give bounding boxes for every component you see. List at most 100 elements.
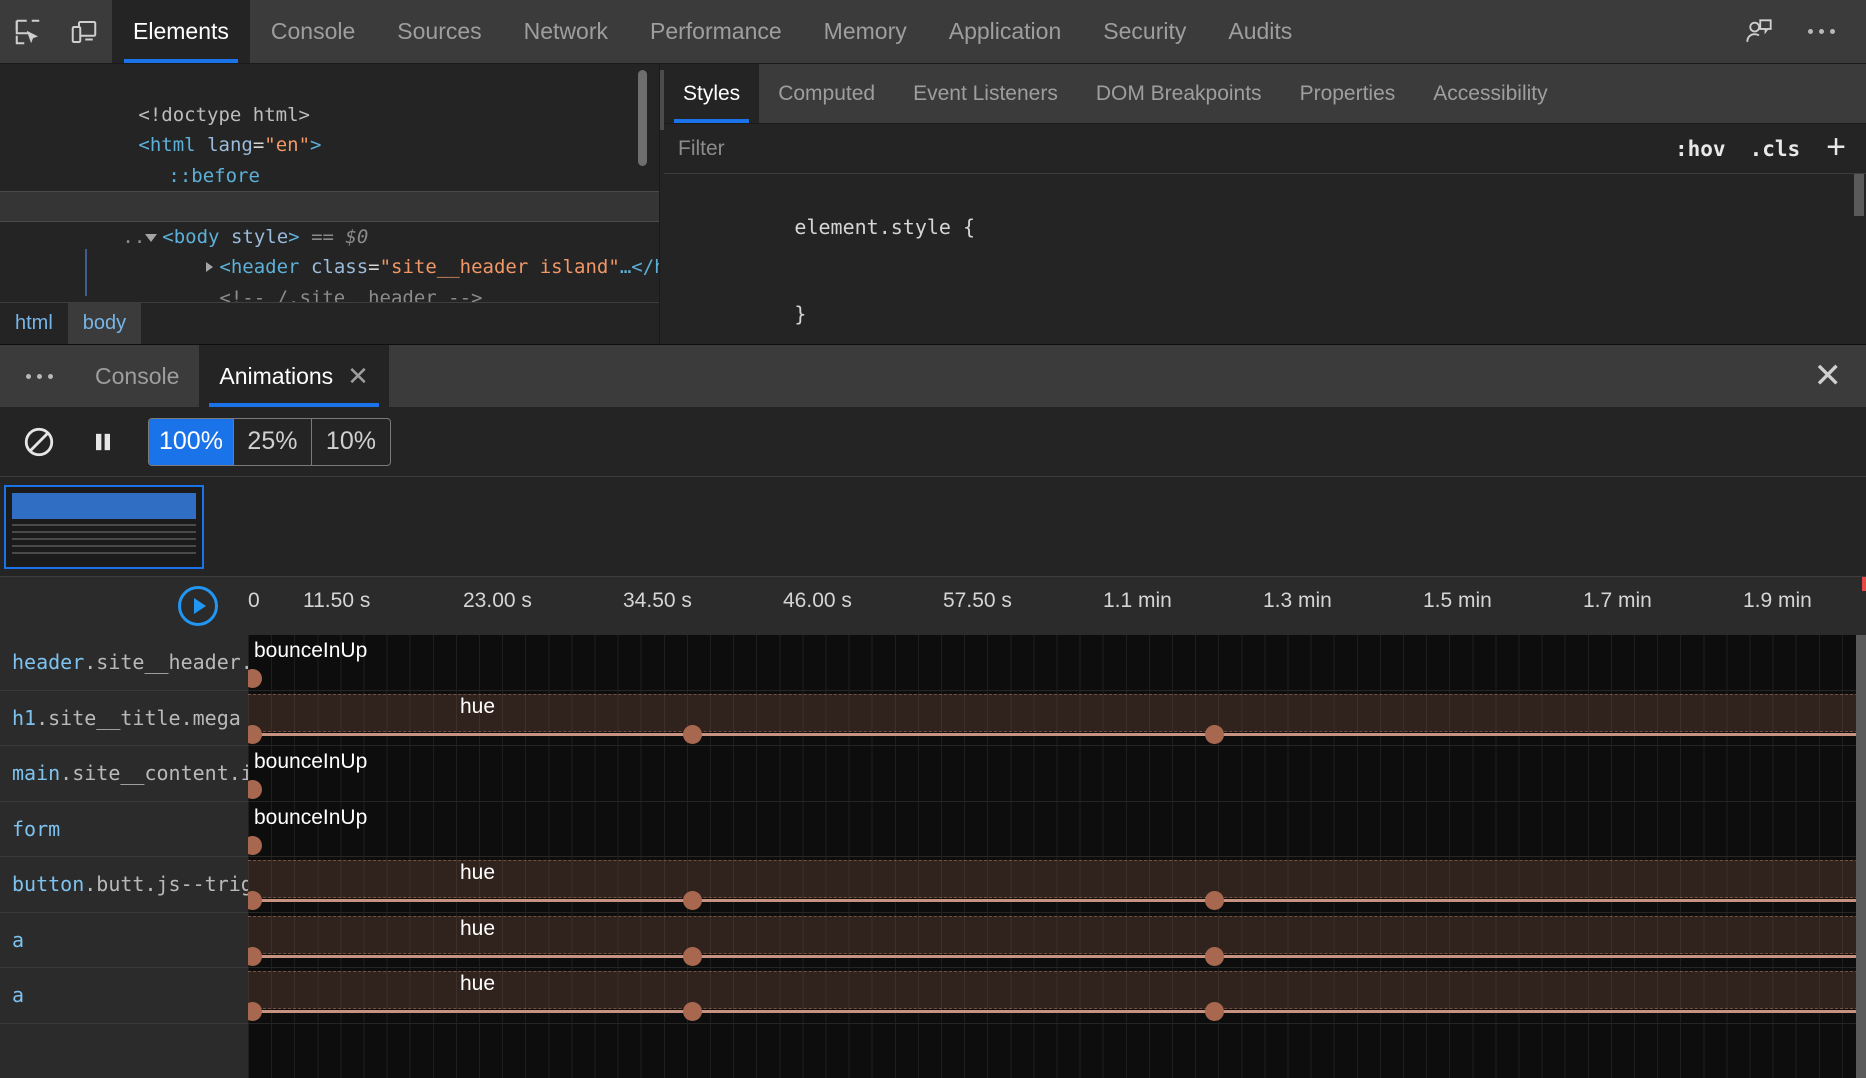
pause-icon[interactable] <box>74 413 132 471</box>
breadcrumb-label-html: html <box>15 312 53 335</box>
preview-line <box>12 545 196 547</box>
styles-filter-input[interactable] <box>678 137 1663 161</box>
keyframe-dot[interactable] <box>1205 1002 1224 1021</box>
hov-label: :hov <box>1675 137 1726 161</box>
timeline-row-label-5[interactable]: a <box>0 913 248 969</box>
keyframe-dot[interactable] <box>248 891 262 910</box>
timeline-row-label-4[interactable]: button.butt.js--trigge <box>0 857 248 913</box>
keyframe-dot[interactable] <box>683 891 702 910</box>
device-toolbar-icon[interactable] <box>56 0 112 63</box>
row-tag-0: header <box>12 650 84 674</box>
row-tag-2: main <box>12 761 60 785</box>
keyframe-dot[interactable] <box>683 725 702 744</box>
dom-row-doctype[interactable]: <!doctype html> <box>0 69 659 100</box>
breadcrumb-item-html[interactable]: html <box>0 303 68 344</box>
dom-row-comment[interactable]: <!-- /.site__header --> <box>0 252 659 283</box>
timeline-row-1[interactable]: hue <box>248 691 1866 747</box>
row-tag-3: form <box>12 817 60 841</box>
panel-tabs: Elements Console Sources Network Perform… <box>112 0 1313 63</box>
hov-toggle-button[interactable]: :hov <box>1663 133 1738 165</box>
tab-memory[interactable]: Memory <box>803 0 928 63</box>
row-tag-1: h1 <box>12 706 36 730</box>
tab-styles[interactable]: Styles <box>664 64 759 123</box>
styles-scrollbar[interactable] <box>1854 174 1864 216</box>
breadcrumb-item-body[interactable]: body <box>68 303 141 344</box>
speed-100-button[interactable]: 100% <box>149 419 234 465</box>
tab-sources[interactable]: Sources <box>376 0 502 63</box>
elements-panel: <!doctype html> <html lang="en"> ::befor… <box>0 64 1866 344</box>
timeline-row-label-0[interactable]: header.site__header.i <box>0 635 248 691</box>
row-classes-2: .site__content.is <box>60 761 248 785</box>
timeline-row-0[interactable]: bounceInUp <box>248 635 1866 691</box>
timeline-grid[interactable]: 0 11.50 s 23.00 s 34.50 s 46.00 s 57.50 … <box>248 577 1866 1078</box>
element-style-selector: element.style { <box>794 215 975 239</box>
keyframe-dot[interactable] <box>683 947 702 966</box>
speed-25-button[interactable]: 25% <box>234 419 312 465</box>
tab-properties[interactable]: Properties <box>1281 64 1415 123</box>
keyframe-dot[interactable] <box>248 780 262 799</box>
tab-dom-breakpoints[interactable]: DOM Breakpoints <box>1077 64 1281 123</box>
keyframe-line <box>248 955 692 958</box>
keyframe-dot[interactable] <box>248 669 262 688</box>
play-circle-icon[interactable] <box>178 586 218 626</box>
tab-computed[interactable]: Computed <box>759 64 894 123</box>
dom-tree[interactable]: <!doctype html> <html lang="en"> ::befor… <box>0 64 659 302</box>
drawer-tab-console[interactable]: Console <box>75 345 199 407</box>
timeline-row-3[interactable]: bounceInUp <box>248 802 1866 858</box>
inspect-element-icon[interactable] <box>0 0 56 63</box>
rule-element-style[interactable]: element.style { <box>674 184 1866 271</box>
timeline-row-2[interactable]: bounceInUp <box>248 746 1866 802</box>
close-drawer-icon[interactable]: ✕ <box>1790 345 1866 407</box>
timeline-row-4[interactable]: hue <box>248 857 1866 913</box>
keyframe-dot[interactable] <box>248 836 262 855</box>
tab-computed-label: Computed <box>778 82 875 106</box>
breadcrumb-label-body: body <box>83 312 126 335</box>
tab-security[interactable]: Security <box>1082 0 1207 63</box>
dom-row-pseudo-before[interactable]: ::before <box>0 130 659 161</box>
timeline-row-label-1[interactable]: h1.site__title.mega <box>0 691 248 747</box>
keyframe-dot[interactable] <box>1205 891 1224 910</box>
timeline-row-label-3[interactable]: form <box>0 802 248 858</box>
drawer-tab-animations[interactable]: Animations ✕ <box>199 345 389 407</box>
keyframe-dot[interactable] <box>1205 947 1224 966</box>
speed-10-button[interactable]: 10% <box>312 419 390 465</box>
tab-accessibility[interactable]: Accessibility <box>1414 64 1566 123</box>
timeline-row-6[interactable]: hue <box>248 968 1866 1024</box>
tab-event-listeners[interactable]: Event Listeners <box>894 64 1077 123</box>
timeline-ruler[interactable]: 0 11.50 s 23.00 s 34.50 s 46.00 s 57.50 … <box>248 577 1866 635</box>
tab-audits[interactable]: Audits <box>1207 0 1313 63</box>
keyframe-dot[interactable] <box>248 1002 262 1021</box>
tab-network[interactable]: Network <box>503 0 629 63</box>
animation-group-preview[interactable] <box>4 485 204 569</box>
animation-name-0: bounceInUp <box>254 639 367 663</box>
ruler-tick-10: 1.9 min <box>1743 589 1812 613</box>
dom-row-body[interactable]: ..<body style> == $0 <box>0 191 659 222</box>
dom-row-head[interactable]: <head>…</head> <box>0 161 659 192</box>
tab-performance[interactable]: Performance <box>629 0 803 63</box>
keyframe-dot[interactable] <box>683 1002 702 1021</box>
dom-row-header[interactable]: <header class="site__header island"…</he… <box>0 222 659 253</box>
cls-toggle-button[interactable]: .cls <box>1738 133 1813 165</box>
timeline-scrollbar[interactable] <box>1856 635 1866 1078</box>
feedback-person-icon[interactable] <box>1728 16 1790 48</box>
tab-application[interactable]: Application <box>928 0 1083 63</box>
more-horizontal-icon[interactable] <box>0 345 75 407</box>
tab-elements[interactable]: Elements <box>112 0 250 63</box>
close-tab-icon[interactable]: ✕ <box>347 363 369 389</box>
preview-line <box>12 524 196 526</box>
timeline-row-5[interactable]: hue <box>248 913 1866 969</box>
keyframe-dot[interactable] <box>1205 725 1224 744</box>
timeline-row-label-6[interactable]: a <box>0 968 248 1024</box>
drawer-tabs: Console Animations ✕ ✕ <box>0 345 1866 407</box>
new-style-rule-button[interactable]: + <box>1812 130 1860 168</box>
tab-console[interactable]: Console <box>250 0 376 63</box>
playback-speed-group: 100% 25% 10% <box>148 418 391 466</box>
dom-tree-scrollbar[interactable] <box>638 70 647 166</box>
speed-25-label: 25% <box>247 427 297 456</box>
more-vertical-icon[interactable] <box>1790 29 1852 34</box>
timeline-row-label-2[interactable]: main.site__content.is <box>0 746 248 802</box>
plus-label: + <box>1826 128 1846 166</box>
dom-row-html[interactable]: <html lang="en"> <box>0 100 659 131</box>
clear-all-icon[interactable] <box>10 413 68 471</box>
drawer-more-dots <box>26 374 53 379</box>
